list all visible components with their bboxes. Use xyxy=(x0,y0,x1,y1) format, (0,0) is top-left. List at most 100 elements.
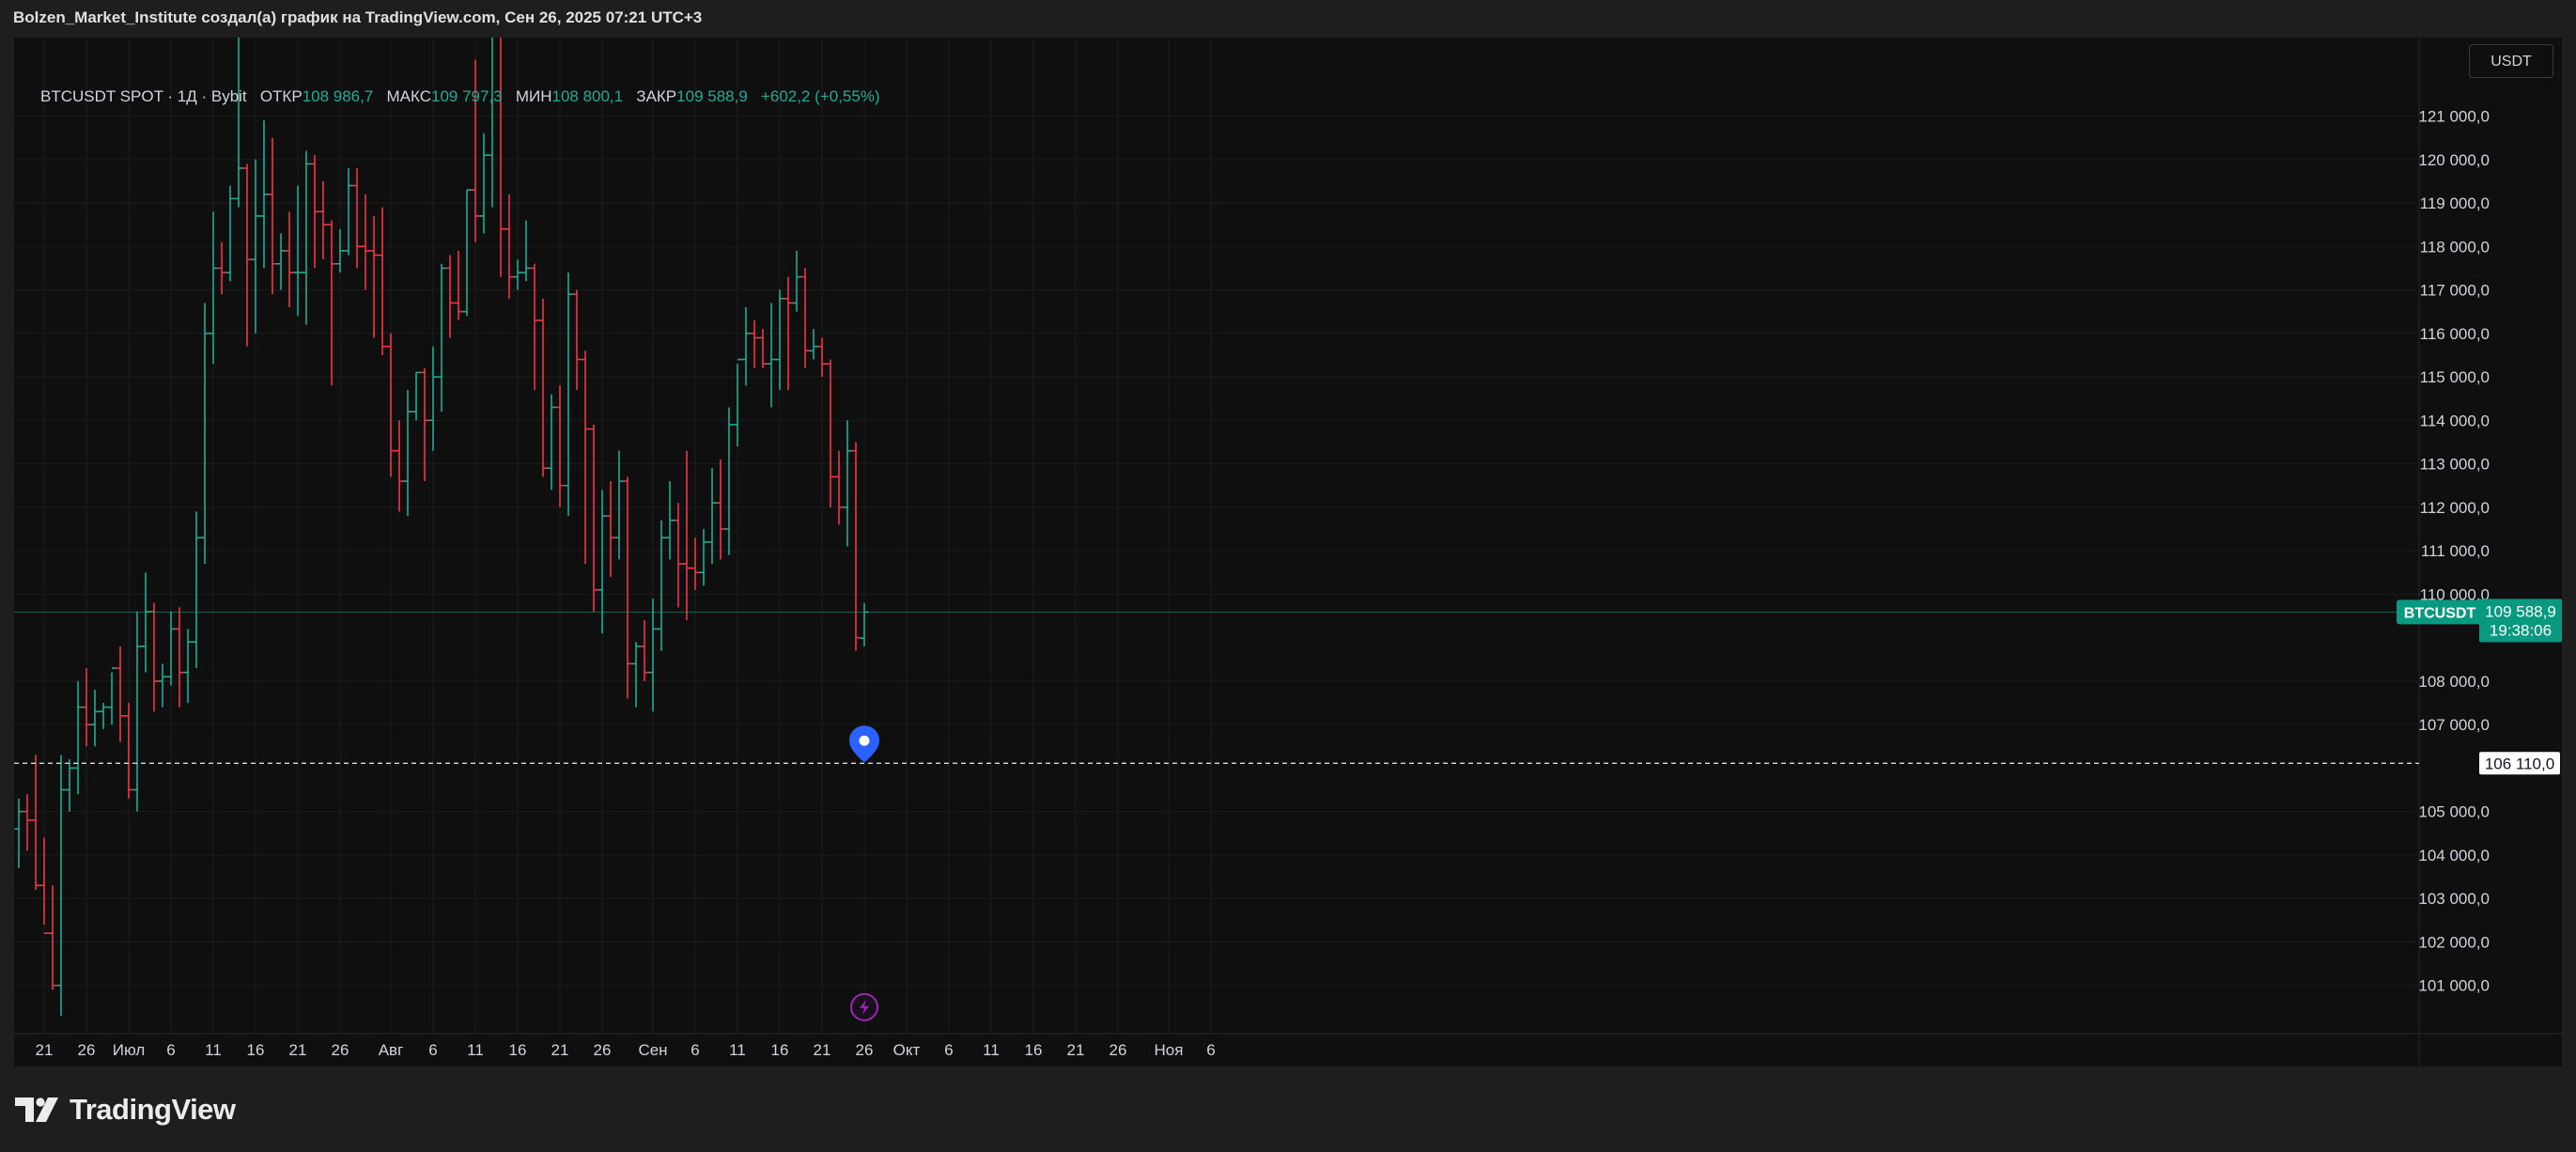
ohlc-bar xyxy=(403,389,412,517)
time-tick-label: 21 xyxy=(1067,1041,1085,1059)
price-tick-label: 113 000,0 xyxy=(2420,456,2490,474)
price-tick-label: 119 000,0 xyxy=(2420,195,2490,212)
ohlc-bar xyxy=(411,371,421,421)
legend-high-value: 109 797,3 xyxy=(431,87,503,105)
price-tick-label: 108 000,0 xyxy=(2418,673,2490,691)
ohlc-bar xyxy=(614,450,624,560)
price-tick-label: 115 000,0 xyxy=(2420,368,2490,386)
ohlc-bar xyxy=(834,450,844,525)
tradingview-logo[interactable]: TradingView xyxy=(15,1093,236,1127)
time-tick-label: 21 xyxy=(36,1041,54,1059)
time-tick-label: 11 xyxy=(205,1041,222,1059)
ohlc-bar xyxy=(733,358,742,447)
ohlc-bar xyxy=(395,420,404,512)
price-tick-label: 107 000,0 xyxy=(2418,716,2490,734)
ohlc-bar xyxy=(285,211,294,308)
ohlc-bar xyxy=(699,528,708,586)
time-tick-label: Окт xyxy=(893,1041,921,1059)
ohlc-bar xyxy=(800,268,810,368)
ohlc-bar xyxy=(149,602,159,712)
ohlc-bar xyxy=(65,759,74,812)
ohlc-bar xyxy=(14,798,23,868)
ohlc-bar xyxy=(716,459,725,560)
time-tick-label: 6 xyxy=(1206,1041,1215,1059)
ohlc-bar xyxy=(513,259,522,290)
ohlc-bar xyxy=(318,180,328,260)
price-tick-label: 103 000,0 xyxy=(2418,890,2490,908)
ohlc-bar xyxy=(488,38,493,208)
ohlc-bar xyxy=(454,250,463,320)
ohlc-bar xyxy=(530,263,539,390)
ohlc-bar xyxy=(361,194,370,290)
legend-open-value: 108 986,7 xyxy=(302,87,374,105)
price-lines xyxy=(14,611,2419,765)
time-axis[interactable]: 21 26 Июл 6 11 16 21 26 Авг 6 11 16 21 26 Сен 6 11 16 21 26… xyxy=(36,1041,1216,1059)
ohlc-bar xyxy=(225,185,235,282)
legend-low-label: МИН xyxy=(515,87,552,105)
ohlc-bar xyxy=(462,189,472,317)
ohlc-bar xyxy=(640,620,649,681)
ohlc-bar xyxy=(116,646,125,742)
ohlc-bar xyxy=(657,520,666,651)
time-tick-label: 6 xyxy=(944,1041,953,1059)
legend-low-value: 108 800,1 xyxy=(551,87,624,105)
ohlc-bar xyxy=(242,163,252,347)
tradingview-logo-icon xyxy=(15,1098,58,1122)
legend-high-label: МАКС xyxy=(386,87,432,105)
price-tick-label: 102 000,0 xyxy=(2418,933,2490,951)
ohlc-bar xyxy=(538,298,548,477)
ohlc-bar xyxy=(665,481,675,560)
ohlc-bar xyxy=(547,394,556,490)
price-tick-label: 121 000,0 xyxy=(2418,108,2490,126)
time-tick-label: 26 xyxy=(78,1041,96,1059)
ohlc-bar xyxy=(572,289,582,390)
time-tick-label: 16 xyxy=(509,1041,527,1059)
ohlc-bar xyxy=(192,511,201,669)
chart-caption: Bolzen_Market_Institute создал(а) график… xyxy=(13,8,703,26)
chart-area[interactable]: 101 000,0 102 000,0 103 000,0 104 000,0 105 … xyxy=(14,38,2562,1066)
price-axis[interactable]: 101 000,0 102 000,0 103 000,0 104 000,0 105 … xyxy=(2418,108,2490,995)
time-tick-label: Авг xyxy=(379,1041,404,1059)
time-tick-label: Ноя xyxy=(1155,1041,1184,1059)
ohlc-bar xyxy=(335,228,345,273)
ohlc-bar xyxy=(90,690,100,747)
ohlc-bar xyxy=(107,667,116,725)
ohlc-bar xyxy=(707,468,717,564)
ohlc-bar xyxy=(564,272,573,517)
ohlc-bar xyxy=(276,233,286,290)
ohlc-bar xyxy=(344,168,353,256)
ohlc-bar xyxy=(183,629,193,704)
footer-brand: TradingView xyxy=(70,1093,236,1126)
ohlc-bar xyxy=(234,38,243,208)
ohlc-bar xyxy=(200,303,209,564)
ohlc-bar xyxy=(31,755,40,890)
location-pin-icon[interactable] xyxy=(849,725,879,763)
lightning-icon[interactable] xyxy=(850,992,878,1021)
price-tick-label: 117 000,0 xyxy=(2420,282,2490,300)
time-tick-label: 26 xyxy=(856,1041,874,1059)
price-chart[interactable]: 101 000,0 102 000,0 103 000,0 104 000,0 105 … xyxy=(14,38,2562,1066)
ohlc-bar xyxy=(767,303,776,408)
ohlc-bar xyxy=(792,250,801,312)
legend-close-value: 109 588,9 xyxy=(676,87,748,105)
price-tick-label: 111 000,0 xyxy=(2421,542,2490,560)
price-countdown: 19:38:06 xyxy=(2490,621,2552,639)
time-tick-label: 21 xyxy=(814,1041,831,1059)
time-tick-label: Июл xyxy=(113,1041,146,1059)
currency-unit-button[interactable]: USDT xyxy=(2469,44,2553,78)
ohlc-bar xyxy=(758,329,768,368)
ohlc-bar xyxy=(23,794,32,851)
ohlc-bar xyxy=(302,150,311,325)
ohlc-bar xyxy=(327,220,336,386)
ohlc-bar xyxy=(843,420,852,547)
ohlc-bar xyxy=(606,481,615,577)
ohlc-bar xyxy=(386,333,396,477)
ohlc-bar xyxy=(428,346,438,451)
symbol-price-tag-label: BTCUSDT xyxy=(2404,605,2476,621)
price-tick-label: 120 000,0 xyxy=(2418,151,2490,169)
time-tick-label: 6 xyxy=(428,1041,437,1059)
time-tick-label: 16 xyxy=(771,1041,789,1059)
ohlc-bar xyxy=(775,289,784,390)
ohlc-bar xyxy=(479,133,489,234)
grid-lines xyxy=(14,38,2562,1066)
